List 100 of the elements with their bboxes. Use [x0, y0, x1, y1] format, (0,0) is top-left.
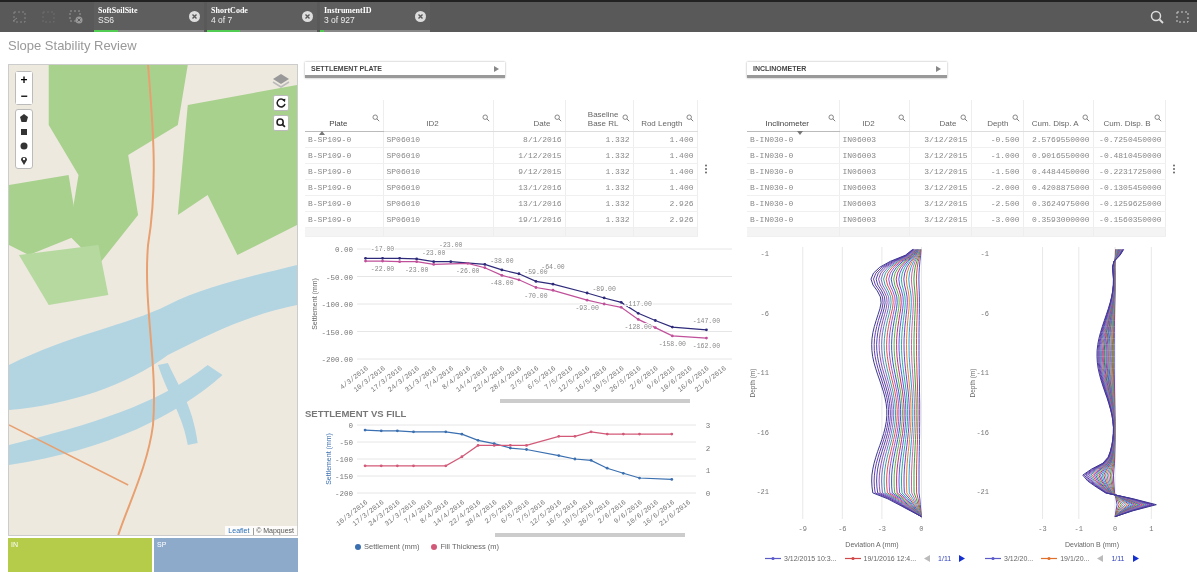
scrollbar[interactable] — [500, 399, 690, 403]
table-cell: 3/12/2015 — [909, 179, 971, 196]
data-point — [585, 291, 589, 295]
table-cell: SP06010 — [383, 179, 493, 196]
data-point — [395, 429, 399, 433]
data-point — [534, 280, 538, 283]
data-point — [551, 288, 555, 292]
data-point — [500, 268, 504, 272]
previous-page-icon[interactable] — [1097, 555, 1104, 562]
table-cell: B-SP109-0 — [305, 195, 383, 212]
clear-selections-icon[interactable] — [68, 9, 84, 25]
data-point — [460, 455, 464, 459]
close-icon[interactable] — [415, 10, 426, 22]
selection-chip[interactable]: ShortCode 4 of 7 — [207, 2, 317, 32]
selection-chip[interactable]: InstrumentID 3 of 927 — [320, 2, 430, 32]
selection-chip[interactable]: SoftSoilSite SS6 — [94, 2, 204, 32]
data-point — [363, 428, 367, 432]
sort-ascending-icon[interactable] — [319, 131, 325, 135]
table-cell: -0.1259625000 — [1093, 195, 1165, 212]
column-header[interactable]: Inclinometer — [747, 100, 839, 132]
polygon-tool-icon[interactable] — [19, 113, 29, 123]
table-cell: 1/12/2015 — [493, 147, 565, 164]
table-cell: IN06003 — [839, 195, 909, 212]
table-cell: 0.4484450000 — [1023, 163, 1093, 180]
column-header[interactable]: Cum. Disp. B — [1093, 100, 1165, 132]
table-cell: B-IN030-0 — [747, 195, 839, 212]
table-cell: 8/1/2016 — [493, 131, 565, 148]
selection-tool-icon[interactable] — [1175, 9, 1191, 25]
data-point — [705, 336, 708, 340]
table-cell: SP06010 — [383, 211, 493, 228]
data-point — [585, 298, 589, 302]
column-header[interactable]: Depth — [971, 100, 1023, 132]
column-header[interactable]: Date — [909, 100, 971, 132]
column-header[interactable]: Rod Length — [633, 100, 697, 132]
table-cell: -2.500 — [971, 195, 1023, 212]
data-point — [379, 429, 383, 433]
table-cell: 1.400 — [633, 179, 697, 196]
table-cell: B-SP109-0 — [305, 163, 383, 180]
marker-tool-icon[interactable] — [19, 155, 29, 165]
data-point — [621, 471, 625, 475]
sheet-title: Slope Stability Review — [7, 37, 138, 55]
data-point — [589, 458, 593, 462]
table-cell: IN06003 — [839, 131, 909, 148]
close-icon[interactable] — [302, 10, 313, 22]
data-point — [476, 438, 480, 442]
table-cell: -1.000 — [971, 147, 1023, 164]
data-point — [602, 296, 606, 300]
more-icon[interactable] — [703, 163, 708, 174]
more-icon[interactable] — [1171, 163, 1176, 174]
search-icon[interactable] — [273, 115, 289, 131]
data-point — [444, 464, 448, 468]
table-cell: B-SP109-0 — [305, 211, 383, 228]
table-cell: -0.2231725000 — [1093, 163, 1165, 180]
column-header[interactable]: ID2 — [383, 100, 493, 132]
table-cell: B-IN030-0 — [747, 147, 839, 164]
close-icon[interactable] — [189, 10, 200, 22]
table-cell: 13/1/2016 — [493, 179, 565, 196]
rectangle-tool-icon[interactable] — [19, 127, 29, 137]
data-point — [670, 325, 674, 329]
refresh-icon[interactable] — [273, 95, 289, 111]
data-point — [602, 302, 606, 306]
previous-page-icon[interactable] — [924, 555, 931, 562]
data-point — [605, 432, 609, 436]
table-cell: IN06003 — [839, 211, 909, 228]
data-point — [653, 319, 657, 322]
table-cell: -0.4810450000 — [1093, 147, 1165, 164]
column-header[interactable]: Baseline Base RL — [565, 100, 633, 132]
next-page-icon[interactable] — [959, 555, 966, 562]
table-cell: 1.400 — [633, 147, 697, 164]
column-header[interactable]: Date — [493, 100, 565, 132]
table-cell: 1.332 — [565, 195, 633, 212]
data-point — [621, 432, 625, 436]
column-header[interactable]: ID2 — [839, 100, 909, 132]
sort-descending-icon[interactable] — [797, 131, 803, 135]
column-header[interactable]: Cum. Disp. A — [1023, 100, 1093, 132]
data-point — [670, 432, 674, 436]
table-cell: 9/12/2015 — [493, 163, 565, 180]
data-point — [636, 318, 640, 321]
data-point — [444, 430, 448, 434]
table-cell: -0.500 — [971, 131, 1023, 148]
data-point — [636, 311, 640, 315]
table-cell: 1.332 — [565, 147, 633, 164]
table-cell: -0.1560350000 — [1093, 211, 1165, 228]
data-point — [605, 466, 609, 470]
data-point — [517, 278, 521, 282]
table-cell: SP06010 — [383, 147, 493, 164]
next-page-icon[interactable] — [1132, 555, 1139, 562]
scrollbar[interactable] — [495, 533, 685, 537]
data-point — [557, 434, 561, 438]
table-cell: 1.332 — [565, 211, 633, 228]
table-cell: 19/1/2016 — [493, 211, 565, 228]
circle-tool-icon[interactable] — [19, 141, 29, 151]
table-cell: IN06003 — [839, 147, 909, 164]
data-point — [363, 464, 367, 468]
caret-icon — [494, 65, 499, 72]
data-point — [670, 334, 674, 338]
column-header[interactable]: Plate — [305, 100, 383, 132]
table-cell: 0.3624975000 — [1023, 195, 1093, 212]
data-point — [589, 430, 593, 434]
data-point — [573, 457, 577, 461]
